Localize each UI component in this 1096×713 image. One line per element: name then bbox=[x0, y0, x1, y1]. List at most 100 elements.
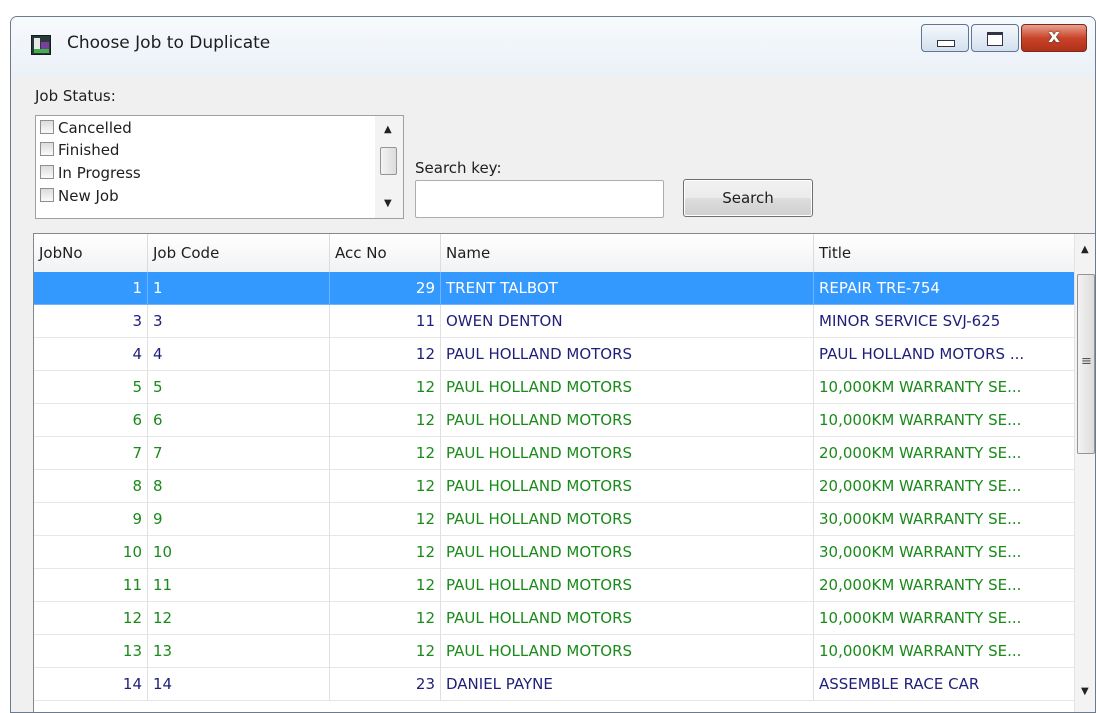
status-option-label: Cancelled bbox=[58, 119, 132, 137]
cell-jobno: 10 bbox=[34, 536, 148, 569]
checkbox[interactable] bbox=[40, 120, 54, 134]
cell-jobno: 4 bbox=[34, 338, 148, 371]
cell-acc-no: 12 bbox=[330, 338, 441, 371]
cell-name: PAUL HOLLAND MOTORS bbox=[441, 536, 814, 569]
cell-jobno: 14 bbox=[34, 668, 148, 701]
status-option-in-progress[interactable]: In Progress bbox=[40, 164, 141, 186]
cell-job-code: 7 bbox=[148, 437, 330, 470]
cell-title: 20,000KM WARRANTY SE... bbox=[814, 437, 1076, 470]
cell-name: PAUL HOLLAND MOTORS bbox=[441, 404, 814, 437]
cell-name: PAUL HOLLAND MOTORS bbox=[441, 437, 814, 470]
grid-scrollbar[interactable]: ▲ ≡ ▼ bbox=[1074, 234, 1095, 712]
cell-jobno: 8 bbox=[34, 470, 148, 503]
cell-job-code: 6 bbox=[148, 404, 330, 437]
job-status-label: Job Status: bbox=[35, 87, 116, 105]
cell-name: TRENT TALBOT bbox=[441, 272, 814, 305]
cell-jobno: 13 bbox=[34, 635, 148, 668]
scroll-up-arrow-icon[interactable]: ▲ bbox=[1081, 244, 1089, 255]
cell-acc-no: 11 bbox=[330, 305, 441, 338]
scroll-up-arrow-icon[interactable]: ▲ bbox=[384, 124, 392, 135]
listbox-scrollbar[interactable]: ▲ ▼ bbox=[375, 116, 403, 218]
cell-name: OWEN DENTON bbox=[441, 305, 814, 338]
cell-acc-no: 12 bbox=[330, 602, 441, 635]
cell-title: ASSEMBLE RACE CAR bbox=[814, 668, 1076, 701]
table-row[interactable]: 6 6 12 PAUL HOLLAND MOTORS 10,000KM WARRANTY… bbox=[34, 404, 1076, 437]
table-row[interactable]: 7 7 12 PAUL HOLLAND MOTORS 20,000KM WARRANTY… bbox=[34, 437, 1076, 470]
table-row[interactable]: 8 8 12 PAUL HOLLAND MOTORS 20,000KM WARRANTY… bbox=[34, 470, 1076, 503]
search-key-input[interactable] bbox=[415, 180, 664, 218]
table-row[interactable]: 5 5 12 PAUL HOLLAND MOTORS 10,000KM WARRANTY… bbox=[34, 371, 1076, 404]
cell-title: REPAIR TRE-754 bbox=[814, 272, 1076, 305]
maximize-button[interactable] bbox=[971, 24, 1019, 52]
cell-job-code: 10 bbox=[148, 536, 330, 569]
column-header-title[interactable]: Title bbox=[814, 234, 1076, 272]
cell-name: PAUL HOLLAND MOTORS bbox=[441, 635, 814, 668]
cell-name: DANIEL PAYNE bbox=[441, 668, 814, 701]
scroll-down-arrow-icon[interactable]: ▼ bbox=[384, 198, 392, 209]
cell-job-code: 3 bbox=[148, 305, 330, 338]
scroll-grip-icon: ≡ bbox=[1081, 354, 1092, 369]
status-option-finished[interactable]: Finished bbox=[40, 141, 119, 163]
table-row[interactable]: 10 10 12 PAUL HOLLAND MOTORS 30,000KM WARRAN… bbox=[34, 536, 1076, 569]
table-row[interactable]: 4 4 12 PAUL HOLLAND MOTORS PAUL HOLLAND MOTO… bbox=[34, 338, 1076, 371]
grid-header: JobNo Job Code Acc No Name Title bbox=[34, 234, 1076, 273]
status-option-cancelled[interactable]: Cancelled bbox=[40, 119, 132, 141]
table-row[interactable]: 3 3 11 OWEN DENTON MINOR SERVICE SVJ-625 bbox=[34, 305, 1076, 338]
cell-acc-no: 12 bbox=[330, 371, 441, 404]
cell-name: PAUL HOLLAND MOTORS bbox=[441, 503, 814, 536]
minimize-icon bbox=[937, 40, 955, 47]
search-button[interactable]: Search bbox=[683, 179, 813, 217]
cell-acc-no: 12 bbox=[330, 536, 441, 569]
cell-name: PAUL HOLLAND MOTORS bbox=[441, 569, 814, 602]
table-row[interactable]: 9 9 12 PAUL HOLLAND MOTORS 30,000KM WARRANTY… bbox=[34, 503, 1076, 536]
table-row[interactable]: 1 1 29 TRENT TALBOT REPAIR TRE-754 bbox=[34, 272, 1076, 305]
status-option-label: New Job bbox=[58, 187, 119, 205]
column-header-jobno[interactable]: JobNo bbox=[34, 234, 148, 272]
cell-acc-no: 12 bbox=[330, 404, 441, 437]
cell-acc-no: 12 bbox=[330, 569, 441, 602]
cell-jobno: 6 bbox=[34, 404, 148, 437]
cell-jobno: 3 bbox=[34, 305, 148, 338]
minimize-button[interactable] bbox=[921, 24, 969, 52]
checkbox[interactable] bbox=[40, 188, 54, 202]
cell-acc-no: 29 bbox=[330, 272, 441, 305]
checkbox[interactable] bbox=[40, 165, 54, 179]
column-header-job-code[interactable]: Job Code bbox=[148, 234, 330, 272]
cell-name: PAUL HOLLAND MOTORS bbox=[441, 371, 814, 404]
status-option-new-job[interactable]: New Job bbox=[40, 187, 119, 209]
cell-title: MINOR SERVICE SVJ-625 bbox=[814, 305, 1076, 338]
cell-title: 30,000KM WARRANTY SE... bbox=[814, 536, 1076, 569]
status-option-label: In Progress bbox=[58, 164, 141, 182]
table-row[interactable]: 11 11 12 PAUL HOLLAND MOTORS 20,000KM WARRAN… bbox=[34, 569, 1076, 602]
cell-title: PAUL HOLLAND MOTORS ... bbox=[814, 338, 1076, 371]
cell-title: 10,000KM WARRANTY SE... bbox=[814, 602, 1076, 635]
checkbox[interactable] bbox=[40, 142, 54, 156]
table-row[interactable]: 12 12 12 PAUL HOLLAND MOTORS 10,000KM WARRAN… bbox=[34, 602, 1076, 635]
cell-job-code: 12 bbox=[148, 602, 330, 635]
cell-job-code: 11 bbox=[148, 569, 330, 602]
cell-name: PAUL HOLLAND MOTORS bbox=[441, 602, 814, 635]
column-header-name[interactable]: Name bbox=[441, 234, 814, 272]
table-row[interactable]: 13 13 12 PAUL HOLLAND MOTORS 10,000KM WARRAN… bbox=[34, 635, 1076, 668]
cell-acc-no: 12 bbox=[330, 503, 441, 536]
close-icon: x bbox=[1048, 26, 1060, 47]
table-row[interactable]: 14 14 23 DANIEL PAYNE ASSEMBLE RACE CAR bbox=[34, 668, 1076, 701]
cell-job-code: 9 bbox=[148, 503, 330, 536]
choose-job-dialog: Choose Job to Duplicate x Job Status: Ca… bbox=[10, 16, 1096, 713]
scroll-down-arrow-icon[interactable]: ▼ bbox=[1081, 686, 1089, 697]
title-bar[interactable]: Choose Job to Duplicate x bbox=[11, 17, 1095, 75]
close-button[interactable]: x bbox=[1021, 24, 1087, 52]
column-header-acc-no[interactable]: Acc No bbox=[330, 234, 441, 272]
search-key-label: Search key: bbox=[415, 159, 502, 177]
status-option-label: Finished bbox=[58, 141, 120, 159]
cell-acc-no: 12 bbox=[330, 470, 441, 503]
cell-name: PAUL HOLLAND MOTORS bbox=[441, 338, 814, 371]
cell-title: 10,000KM WARRANTY SE... bbox=[814, 635, 1076, 668]
job-status-listbox[interactable]: Cancelled Finished In Progress New Job ▲… bbox=[35, 115, 404, 219]
cell-title: 30,000KM WARRANTY SE... bbox=[814, 503, 1076, 536]
cell-title: 20,000KM WARRANTY SE... bbox=[814, 569, 1076, 602]
cell-job-code: 8 bbox=[148, 470, 330, 503]
scroll-thumb[interactable] bbox=[380, 147, 397, 175]
cell-acc-no: 12 bbox=[330, 635, 441, 668]
cell-job-code: 4 bbox=[148, 338, 330, 371]
